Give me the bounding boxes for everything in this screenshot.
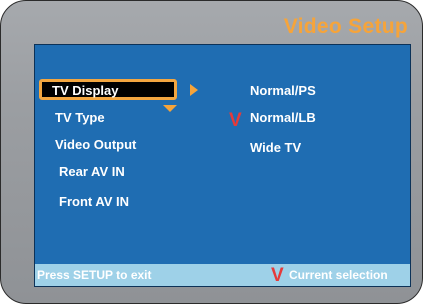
legend-mark-icon: V: [271, 265, 284, 286]
menu-item-label: TV Display: [52, 83, 119, 98]
setup-panel: TV Display TV Type Video Output Rear AV …: [34, 44, 411, 287]
menu-item-tv-type[interactable]: TV Type: [55, 110, 105, 125]
option-normal-lb[interactable]: Normal/LB: [250, 110, 316, 125]
triangle-down-icon: [163, 105, 177, 112]
menu-item-rear-av-in[interactable]: Rear AV IN: [59, 164, 125, 179]
settings-menu: TV Display TV Type Video Output Rear AV …: [35, 45, 215, 245]
current-selection-icon: V: [229, 110, 242, 131]
osd-frame: Video Setup TV Display TV Type Video Out…: [0, 0, 423, 304]
triangle-right-icon: [190, 84, 198, 96]
page-title: Video Setup: [283, 15, 408, 38]
menu-item-tv-display[interactable]: TV Display: [39, 79, 177, 100]
exit-hint: Press SETUP to exit: [37, 268, 152, 282]
status-bar: Press SETUP to exit V Current selection: [35, 264, 410, 286]
menu-item-video-output[interactable]: Video Output: [55, 137, 136, 152]
menu-item-front-av-in[interactable]: Front AV IN: [59, 194, 129, 209]
option-wide-tv[interactable]: Wide TV: [250, 140, 301, 155]
option-normal-ps[interactable]: Normal/PS: [250, 83, 316, 98]
legend-label: Current selection: [289, 268, 388, 282]
